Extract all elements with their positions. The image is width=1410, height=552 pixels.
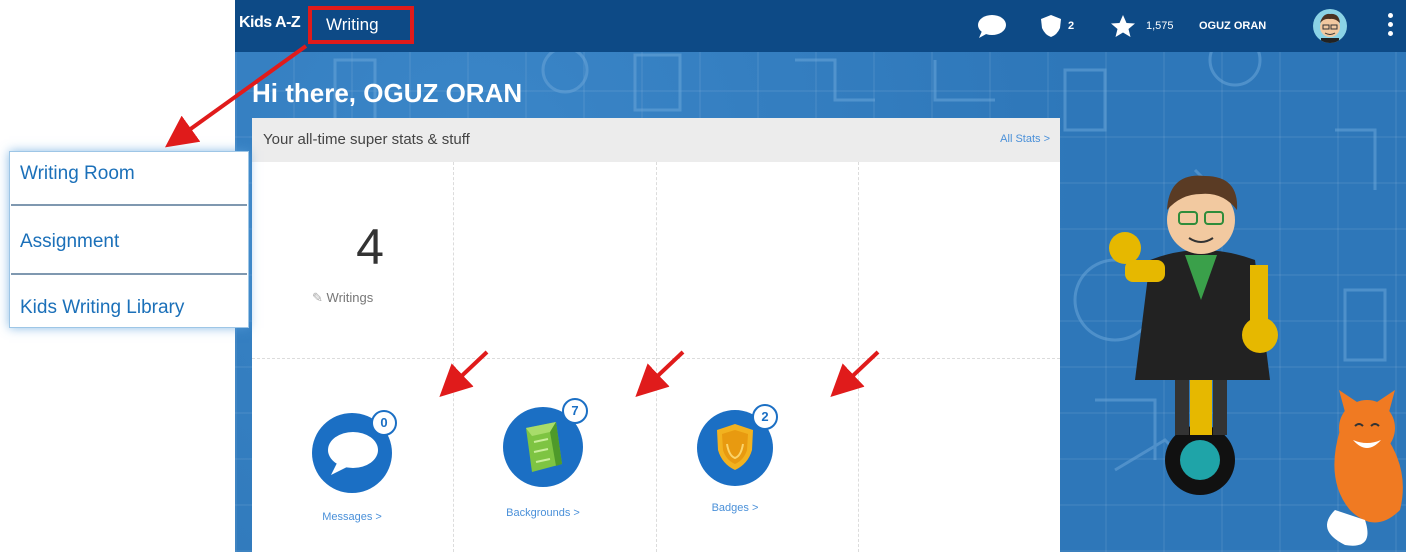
arrow-to-backgrounds bbox=[635, 350, 685, 397]
arrow-to-menu bbox=[165, 44, 308, 148]
annotation-arrows bbox=[165, 44, 880, 397]
arrow-to-messages bbox=[439, 350, 489, 397]
arrow-to-badges bbox=[830, 350, 880, 397]
